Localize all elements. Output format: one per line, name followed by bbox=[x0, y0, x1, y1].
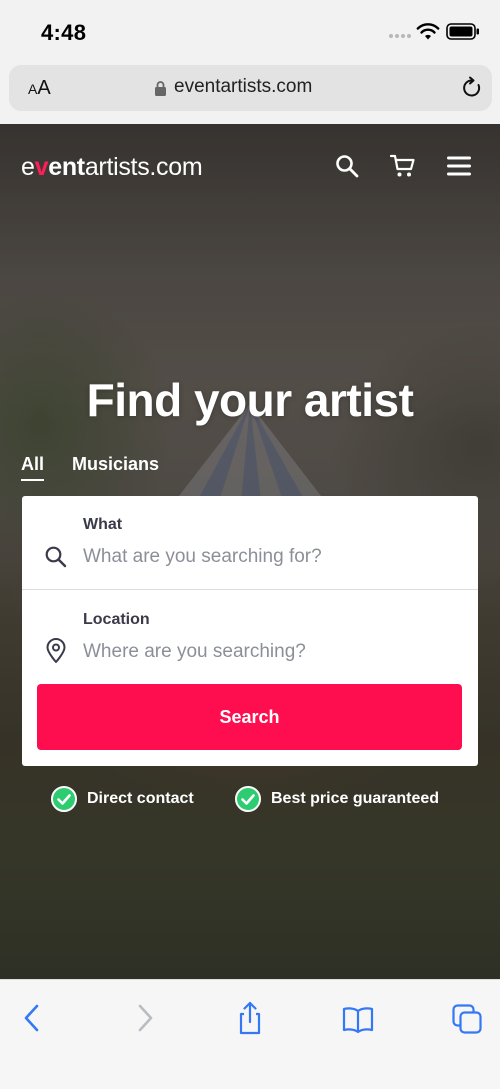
search-button[interactable]: Search bbox=[37, 684, 462, 750]
address-bar[interactable]: AA eventartists.com bbox=[9, 65, 492, 111]
benefit-direct-contact: Direct contact bbox=[51, 786, 194, 812]
what-input[interactable] bbox=[83, 543, 463, 571]
location-input[interactable] bbox=[83, 638, 463, 666]
tab-all[interactable]: All bbox=[21, 454, 45, 481]
cellular-signal-icon bbox=[389, 34, 411, 38]
logo-text-domain: artists.com bbox=[84, 153, 203, 181]
tab-musicians[interactable]: Musicians bbox=[72, 454, 159, 475]
status-time: 4:48 bbox=[41, 20, 87, 45]
text-size-button[interactable]: AA bbox=[28, 77, 51, 100]
logo-text-v: v bbox=[34, 153, 49, 181]
share-icon[interactable] bbox=[234, 1000, 266, 1036]
logo-text-ent: ent bbox=[48, 153, 85, 181]
what-label: What bbox=[83, 516, 123, 533]
url-text[interactable]: eventartists.com bbox=[174, 76, 312, 98]
wifi-icon bbox=[416, 23, 440, 40]
hero-section: eventartists.com Find your artist All Mu… bbox=[0, 124, 500, 979]
text-size-large-label: A bbox=[37, 77, 51, 99]
search-icon bbox=[45, 546, 67, 568]
location-pin-icon bbox=[46, 638, 66, 663]
tabs-icon[interactable] bbox=[451, 1000, 483, 1036]
back-icon[interactable] bbox=[17, 1000, 49, 1036]
text-size-small-label: A bbox=[28, 81, 38, 97]
search-icon[interactable] bbox=[335, 154, 359, 178]
location-label: Location bbox=[83, 611, 150, 628]
benefit-label: Best price guaranteed bbox=[271, 790, 440, 807]
cart-icon[interactable] bbox=[390, 154, 416, 178]
hero-title: Find your artist bbox=[86, 374, 414, 426]
forward-icon[interactable] bbox=[128, 1000, 160, 1036]
logo-text-e: e bbox=[21, 153, 35, 181]
battery-icon bbox=[446, 23, 479, 40]
search-form: What Location Search bbox=[22, 496, 478, 766]
browser-toolbar bbox=[0, 979, 500, 1089]
bookmarks-icon[interactable] bbox=[342, 1000, 374, 1036]
site-logo[interactable]: eventartists.com bbox=[21, 153, 203, 182]
check-circle-icon bbox=[51, 786, 77, 812]
field-divider bbox=[22, 589, 478, 590]
check-circle-icon bbox=[235, 786, 261, 812]
benefit-best-price: Best price guaranteed bbox=[235, 786, 439, 812]
menu-icon[interactable] bbox=[447, 156, 471, 176]
lock-icon bbox=[155, 81, 166, 96]
status-bar: 4:48 bbox=[0, 0, 500, 62]
reload-icon[interactable] bbox=[460, 76, 484, 100]
benefit-label: Direct contact bbox=[87, 790, 194, 807]
